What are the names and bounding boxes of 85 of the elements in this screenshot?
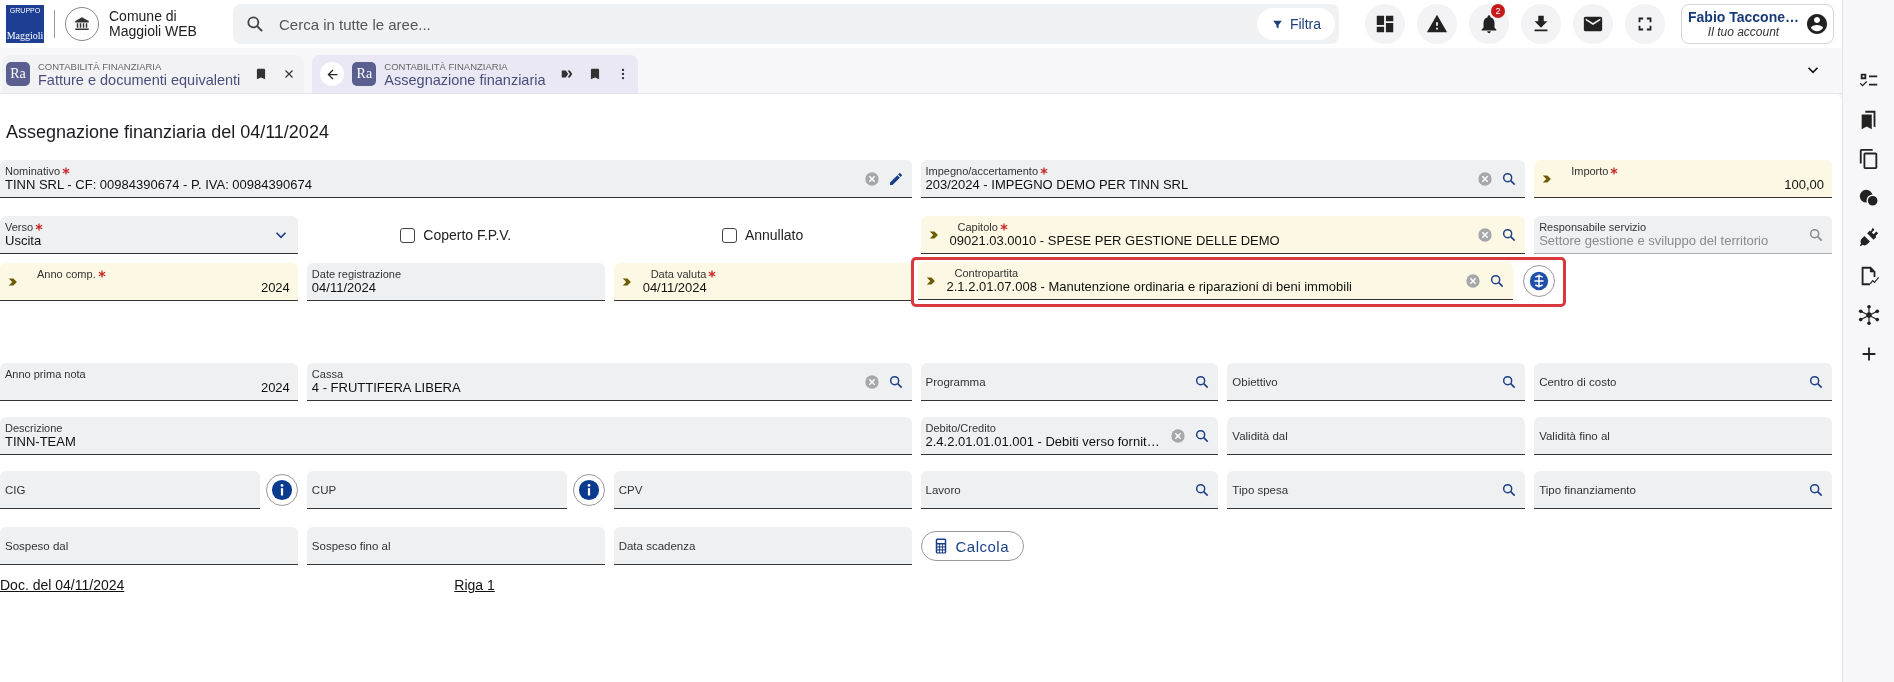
input-field[interactable]: Contropartita 2.1.2.01.07.008 - Manutenzione ordinaria e riparazioni di beni immobili <box>917 262 1514 300</box>
page-title: Assegnazione finanziaria del 04/11/2024 <box>6 122 330 143</box>
search-icon <box>245 14 265 34</box>
search-icon[interactable] <box>1501 481 1518 498</box>
required-asterisk-icon <box>1040 167 1048 175</box>
calcola-button[interactable]: Calcola <box>920 531 1025 561</box>
app-name: Comune di Maggioli WEB <box>109 9 198 39</box>
assistant-button[interactable] <box>1523 265 1556 297</box>
network-icon[interactable] <box>1857 304 1880 326</box>
dashboard-icon <box>1374 13 1396 35</box>
info-icon <box>577 479 600 501</box>
search-icon[interactable] <box>1194 373 1211 390</box>
input-field[interactable]: Validità fino al <box>1534 417 1832 455</box>
search-icon[interactable] <box>1808 481 1824 498</box>
required-asterisk-icon <box>97 270 106 278</box>
tab[interactable]: Ra CONTABILITÀ FINANZIARIA Fatture e documenti equivalenti <box>2 55 305 93</box>
plug-icon[interactable] <box>1857 226 1880 248</box>
input-field[interactable]: Debito/Credito 2.4.2.01.01.01.001 - Debiti verso fornit… <box>920 417 1219 455</box>
app-badge: Ra <box>6 62 30 86</box>
search-icon[interactable] <box>887 373 904 390</box>
input-field[interactable]: Cassa 4 - FRUTTIFERA LIBERA <box>306 363 912 401</box>
select-field[interactable]: Verso Uscita <box>0 216 298 254</box>
required-asterisk-icon <box>62 167 71 175</box>
info-button[interactable] <box>572 474 605 506</box>
input-field[interactable]: Tipo finanziamento <box>1534 471 1832 509</box>
checkbox[interactable]: Coperto F.P.V. <box>400 227 512 243</box>
required-asterisk-icon <box>708 270 717 278</box>
bank-icon <box>73 15 91 33</box>
copy-icon[interactable] <box>1857 148 1880 170</box>
input-field[interactable]: Date registrazione 04/11/2024 <box>306 263 605 301</box>
search-icon[interactable] <box>1808 373 1824 390</box>
input-field[interactable]: Importo 100,00 <box>1534 160 1832 198</box>
search-icon[interactable] <box>1501 170 1518 187</box>
warning-icon <box>1426 13 1448 35</box>
pencil-icon[interactable] <box>887 170 904 187</box>
info-icon <box>270 479 293 501</box>
fullscreen-button[interactable] <box>1625 4 1665 44</box>
input-field[interactable]: Nominativo TINN SRL - CF: 00984390674 - P. IVA: 00984390674 <box>0 160 912 198</box>
tab-title: Fatture e documenti equivalenti <box>38 71 241 88</box>
input-field[interactable]: Anno prima nota 2024 <box>0 363 298 401</box>
bell-button[interactable]: 2 <box>1469 4 1509 44</box>
input-field[interactable]: Obiettivo <box>1227 363 1526 401</box>
search-icon[interactable] <box>1194 481 1211 498</box>
input-field[interactable]: CIG <box>0 471 260 509</box>
search-icon[interactable] <box>1501 373 1518 390</box>
account-icon <box>1805 12 1829 36</box>
dashboard-button[interactable] <box>1365 4 1405 44</box>
required-asterisk-icon <box>999 223 1008 231</box>
warning-button[interactable] <box>1417 4 1457 44</box>
link[interactable]: Riga 1 <box>454 577 495 593</box>
search-icon[interactable] <box>1194 427 1211 444</box>
logo-name: Maggioli <box>6 30 44 41</box>
user-account-button[interactable]: Fabio Taccone… Il tuo account <box>1681 4 1834 44</box>
tab-category: CONTABILITÀ FINANZIARIA <box>38 60 163 72</box>
tab-title: Assegnazione finanziaria <box>384 71 546 88</box>
input-field[interactable]: Impegno/accertamento 203/2024 - IMPEGNO DEMO PER TINN SRL <box>920 160 1526 198</box>
input-field[interactable]: Anno comp. 2024 <box>0 263 298 301</box>
coins-icon[interactable] <box>1857 187 1880 209</box>
input-field[interactable]: Data scadenza <box>613 527 912 565</box>
mail-button[interactable] <box>1573 4 1613 44</box>
input-field[interactable]: Capitolo 09021.03.0010 - SPESE PER GESTIONE DELLE DEMO <box>920 216 1526 254</box>
required-asterisk-icon <box>1610 167 1619 175</box>
input-field[interactable]: Sospeso fino al <box>306 527 605 565</box>
input-field[interactable]: CPV <box>613 471 912 509</box>
input-field[interactable]: Tipo spesa <box>1227 471 1526 509</box>
input-field[interactable]: Centro di costo <box>1534 363 1832 401</box>
search-icon[interactable] <box>1489 272 1506 289</box>
notification-badge: 2 <box>1491 4 1505 18</box>
input-field[interactable]: Data valuta 04/11/2024 <box>613 263 912 301</box>
input-field[interactable]: Sospeso dal <box>0 527 298 565</box>
input-field[interactable]: Lavoro <box>920 471 1219 509</box>
app-badge: Ra <box>352 62 377 86</box>
tab-category: CONTABILITÀ FINANZIARIA <box>384 60 509 72</box>
checkbox[interactable]: Annullato <box>721 227 804 243</box>
link[interactable]: Doc. del 04/11/2024 <box>0 577 125 593</box>
input-field[interactable]: CUP <box>306 471 567 509</box>
input-field[interactable]: Programma <box>920 363 1219 401</box>
search-icon[interactable] <box>1501 226 1518 243</box>
download-button[interactable] <box>1521 4 1561 44</box>
required-asterisk-icon <box>35 223 44 231</box>
info-button[interactable] <box>265 474 298 506</box>
filter-button[interactable]: Filtra <box>1256 8 1335 40</box>
search-field[interactable]: Cerca in tutte le aree... Filtra <box>233 4 1339 44</box>
input-field[interactable]: Descrizione TINN-TEAM <box>0 417 912 455</box>
input-field[interactable]: Validità dal <box>1227 417 1526 455</box>
